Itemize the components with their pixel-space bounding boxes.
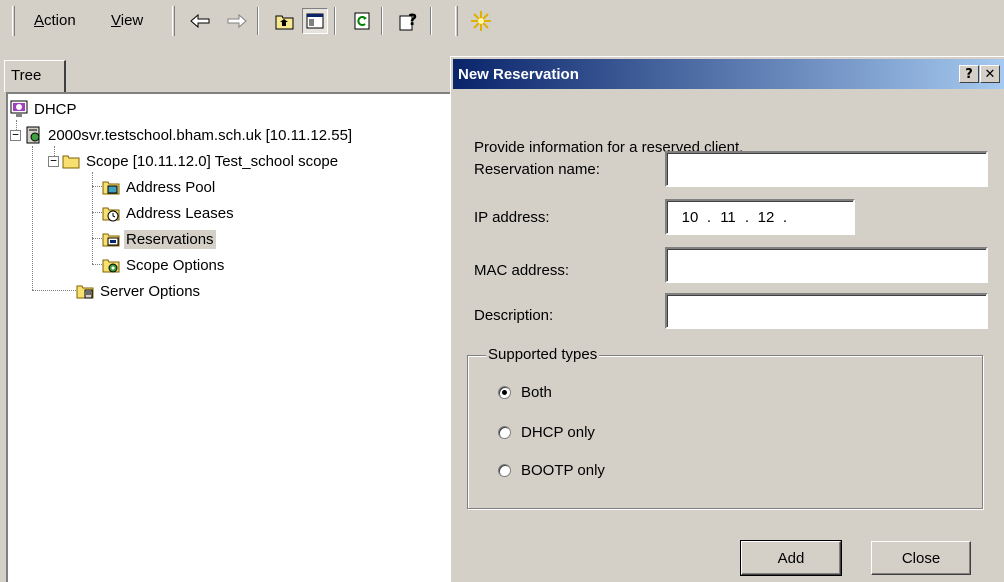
tree-item-dhcp[interactable]: DHCP: [10, 98, 79, 120]
back-button[interactable]: [187, 8, 213, 34]
radio-button-checked[interactable]: [498, 386, 511, 399]
ip-address-label: IP address:: [474, 209, 550, 226]
new-icon: [471, 11, 491, 31]
radio-bootp-only[interactable]: BOOTP only: [498, 462, 605, 479]
mac-address-label: MAC address:: [474, 262, 570, 279]
tree-connector: [92, 238, 102, 239]
up-one-level-button[interactable]: [272, 8, 298, 34]
reservation-name-input[interactable]: [665, 151, 988, 187]
tree-item-scope[interactable]: − Scope [10.11.12.0] Test_school scope: [48, 150, 340, 172]
description-input[interactable]: [665, 293, 988, 329]
reservation-name-label: Reservation name:: [474, 161, 600, 178]
ip-octet-3[interactable]: 12: [753, 209, 779, 226]
help-title-button[interactable]: ?: [959, 65, 979, 83]
address-leases-icon: [102, 207, 120, 222]
tab-tree[interactable]: Tree: [4, 60, 66, 92]
folder-icon: [62, 155, 80, 169]
ip-octet-1[interactable]: 10: [677, 209, 703, 226]
tree-connector: [92, 264, 102, 265]
ip-octet-2[interactable]: 11: [715, 209, 741, 226]
refresh-button[interactable]: [349, 8, 375, 34]
dialog-titlebar[interactable]: New Reservation ? ✕: [453, 59, 1004, 89]
close-icon: ✕: [984, 66, 996, 82]
radio-button[interactable]: [498, 426, 511, 439]
forward-arrow-icon: [227, 14, 247, 28]
toolbar-separator: [257, 7, 259, 35]
dialog-title: New Reservation: [458, 66, 579, 83]
toolbar-grip-2[interactable]: [172, 6, 175, 36]
close-button[interactable]: Close: [871, 541, 971, 575]
dhcp-server-icon: [26, 126, 40, 144]
collapse-toggle[interactable]: −: [10, 129, 21, 141]
server-options-icon: [76, 285, 94, 299]
help-button[interactable]: ?: [396, 8, 422, 34]
toolbar-grip-3[interactable]: [455, 6, 458, 36]
tree-connector: [92, 186, 102, 187]
tree-item-scope-options[interactable]: Scope Options: [102, 254, 226, 276]
ip-address-input[interactable]: 10 . 11 . 12 .: [665, 199, 855, 235]
toolbar-separator: [381, 7, 383, 35]
dhcp-root-icon: [10, 100, 28, 117]
address-pool-icon: [102, 181, 120, 195]
scope-options-icon: [102, 259, 120, 273]
toolbar-grip[interactable]: [12, 6, 15, 36]
help-icon: ?: [399, 11, 417, 31]
show-hide-console-tree-icon: [306, 13, 324, 29]
tree-item-address-pool[interactable]: Address Pool: [102, 176, 217, 198]
tree-item-address-leases[interactable]: Address Leases: [102, 202, 236, 224]
toolbar-separator: [334, 7, 336, 35]
tree-connector: [32, 146, 33, 290]
forward-button[interactable]: [224, 8, 250, 34]
reservations-icon: [102, 233, 120, 247]
radio-dhcp-only[interactable]: DHCP only: [498, 424, 595, 441]
new-button[interactable]: [468, 8, 494, 34]
tree-item-server-options[interactable]: Server Options: [76, 280, 202, 302]
tree-connector: [32, 290, 76, 291]
show-hide-console-tree-button[interactable]: [302, 8, 328, 34]
refresh-icon: [354, 12, 370, 30]
supported-types-group: Supported types Both DHCP only BOOTP onl…: [467, 346, 983, 509]
collapse-toggle[interactable]: −: [48, 155, 59, 167]
tree-connector: [92, 212, 102, 213]
toolbar-separator: [430, 7, 432, 35]
menu-action[interactable]: Action: [34, 12, 76, 29]
svg-text:?: ?: [408, 11, 417, 29]
menu-view[interactable]: View: [111, 12, 143, 29]
radio-both[interactable]: Both: [498, 384, 552, 401]
mac-address-input[interactable]: [665, 247, 988, 283]
description-label: Description:: [474, 307, 554, 324]
tree-item-server[interactable]: − 2000svr.testschool.bham.sch.uk [10.11.…: [10, 124, 354, 146]
tree-item-reservations[interactable]: Reservations: [102, 228, 216, 250]
radio-button[interactable]: [498, 464, 511, 477]
supported-types-title: Supported types: [486, 346, 600, 363]
back-arrow-icon: [190, 14, 210, 28]
close-title-button[interactable]: ✕: [980, 65, 1000, 83]
console-tree: DHCP − 2000svr.testschool.bham.sch.uk [1…: [6, 92, 450, 582]
new-reservation-dialog: New Reservation ? ✕ Provide information …: [450, 56, 1004, 582]
toolbar: Action View ?: [0, 0, 1004, 44]
up-one-level-icon: [275, 15, 294, 30]
add-button[interactable]: Add: [740, 540, 842, 576]
